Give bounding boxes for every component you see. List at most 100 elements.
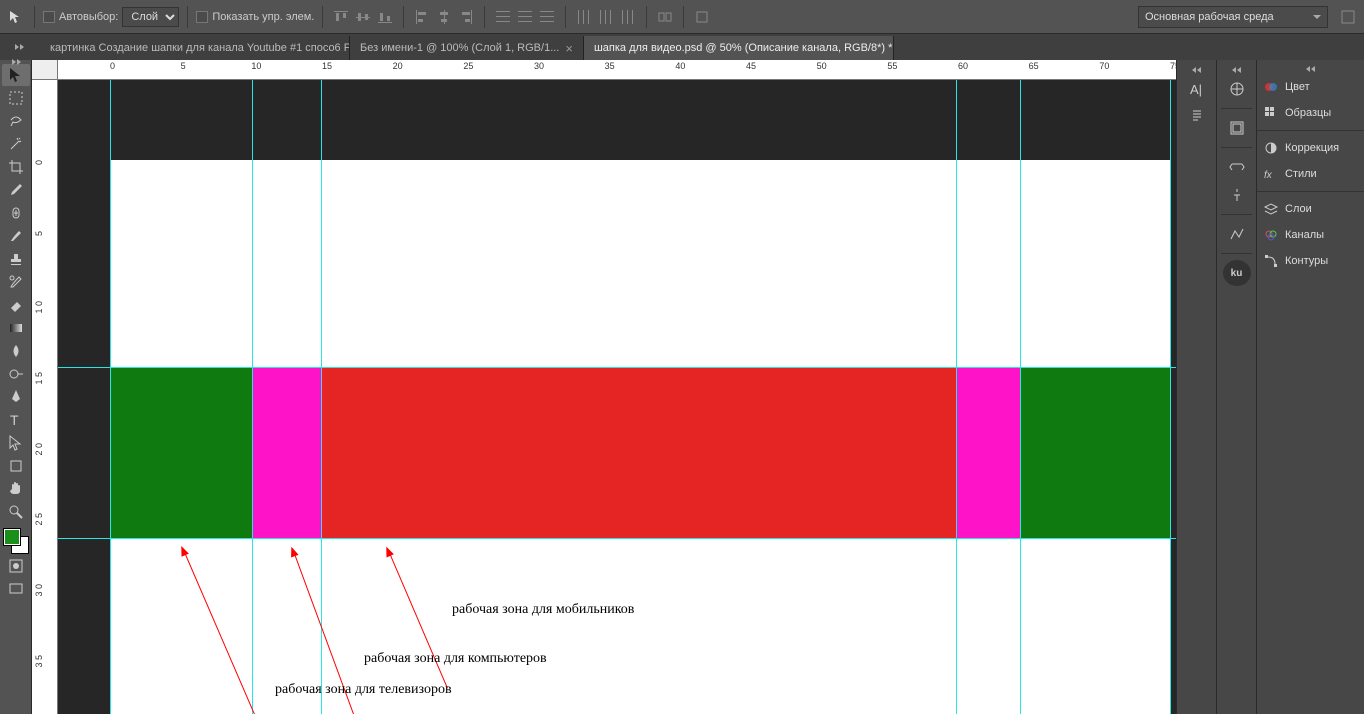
gradient-tool[interactable] — [2, 317, 30, 339]
align-top-icon[interactable] — [331, 7, 351, 27]
guide-vertical[interactable] — [321, 80, 322, 714]
shape-tool[interactable] — [2, 455, 30, 477]
zone-pc-right — [956, 367, 1020, 538]
canvas[interactable] — [110, 160, 1170, 714]
zone-mobile — [321, 367, 956, 538]
align-vcenter-icon[interactable] — [353, 7, 373, 27]
ruler-v-tick: 3 0 — [34, 584, 44, 597]
search-icon[interactable] — [1338, 7, 1358, 27]
hand-tool[interactable] — [2, 478, 30, 500]
panels-expand[interactable] — [1257, 64, 1364, 74]
lasso-tool[interactable] — [2, 110, 30, 132]
document-tabs: картинка Создание шапки для канала Youtu… — [0, 34, 1364, 60]
ruler-h-tick: 5 — [181, 61, 186, 71]
brush-tool[interactable] — [2, 225, 30, 247]
right-panels: Цвет Образцы Коррекция fxСтили Слои Кана… — [1256, 60, 1364, 714]
toolbox-expand-icon[interactable] — [0, 58, 32, 66]
align-hcenter-icon[interactable] — [434, 7, 454, 27]
align-right-icon[interactable] — [456, 7, 476, 27]
dist-vcenter-icon[interactable] — [515, 7, 535, 27]
path-select-tool[interactable] — [2, 432, 30, 454]
guide-horizontal[interactable] — [58, 367, 1176, 368]
ruler-h-tick: 20 — [393, 61, 403, 71]
auto-align-icon[interactable] — [655, 7, 675, 27]
rcol-b-expand[interactable] — [1217, 66, 1256, 74]
wand-tool[interactable] — [2, 133, 30, 155]
ruler-v-tick: 0 — [34, 160, 44, 165]
align-group-2 — [412, 7, 476, 27]
dist-hcenter-icon[interactable] — [596, 7, 616, 27]
panel-channels[interactable]: Каналы — [1257, 222, 1364, 248]
document-tab-2[interactable]: шапка для видео.psd @ 50% (Описание кана… — [584, 36, 894, 60]
history-panel-icon[interactable] — [1223, 115, 1251, 141]
info-panel-icon[interactable] — [1223, 182, 1251, 208]
dist-top-icon[interactable] — [493, 7, 513, 27]
ruler-h-tick: 10 — [251, 61, 261, 71]
3d-mode-icon[interactable] — [692, 7, 712, 27]
zoom-tool[interactable] — [2, 501, 30, 523]
auto-select-mode-select[interactable]: Слой — [122, 7, 179, 27]
auto-select-checkbox[interactable] — [43, 11, 55, 23]
ruler-corner — [32, 60, 58, 80]
svg-text:T: T — [10, 412, 19, 428]
kuler-panel-icon[interactable]: ku — [1223, 260, 1251, 286]
eraser-tool[interactable] — [2, 294, 30, 316]
dodge-tool[interactable] — [2, 363, 30, 385]
guide-vertical[interactable] — [252, 80, 253, 714]
color-swatch[interactable] — [4, 529, 28, 553]
workspace-dropdown[interactable]: Основная рабочая среда — [1138, 6, 1328, 28]
stamp-tool[interactable] — [2, 248, 30, 270]
ruler-h-tick: 30 — [534, 61, 544, 71]
eyedropper-tool[interactable] — [2, 179, 30, 201]
history-brush-tool[interactable] — [2, 271, 30, 293]
align-bottom-icon[interactable] — [375, 7, 395, 27]
rcol-a-expand[interactable] — [1177, 66, 1216, 74]
guide-vertical[interactable] — [110, 80, 111, 714]
document-tab-1[interactable]: Без имени-1 @ 100% (Слой 1, RGB/1...× — [350, 36, 584, 60]
close-icon[interactable]: × — [565, 42, 573, 55]
panel-adjustments[interactable]: Коррекция — [1257, 135, 1364, 161]
document-tabs-wrap: картинка Создание шапки для канала Youtu… — [0, 34, 1364, 60]
tabs-expand-icon[interactable] — [0, 34, 38, 60]
type-tool[interactable]: T — [2, 409, 30, 431]
move-tool[interactable] — [2, 64, 30, 86]
paragraph-panel-icon[interactable] — [1183, 104, 1211, 130]
guide-vertical[interactable] — [1170, 80, 1171, 714]
move-tool-icon — [6, 7, 26, 27]
pen-tool[interactable] — [2, 386, 30, 408]
quickmask-tool[interactable] — [2, 555, 30, 577]
dist-bottom-icon[interactable] — [537, 7, 557, 27]
document-tab-0[interactable]: картинка Создание шапки для канала Youtu… — [40, 36, 350, 60]
guide-vertical[interactable] — [956, 80, 957, 714]
panel-color[interactable]: Цвет — [1257, 74, 1364, 100]
align-left-icon[interactable] — [412, 7, 432, 27]
heal-tool[interactable] — [2, 202, 30, 224]
properties-panel-icon[interactable] — [1223, 154, 1251, 180]
dist-left-icon[interactable] — [574, 7, 594, 27]
actions-panel-icon[interactable] — [1223, 221, 1251, 247]
tab-label: шапка для видео.psd @ 50% (Описание кана… — [594, 42, 892, 54]
panel-layers[interactable]: Слои — [1257, 196, 1364, 222]
ruler-h-tick: 35 — [605, 61, 615, 71]
character-panel-icon[interactable]: A| — [1183, 76, 1211, 102]
guide-vertical[interactable] — [1020, 80, 1021, 714]
ruler-v-tick: 2 0 — [34, 443, 44, 456]
screenmode-tool[interactable] — [2, 578, 30, 600]
crop-tool[interactable] — [2, 156, 30, 178]
guide-horizontal[interactable] — [58, 538, 1176, 539]
annotation-label-pc: рабочая зона для компьютеров — [364, 651, 547, 667]
annotation-label-tv: рабочая зона для телевизоров — [275, 682, 452, 698]
dist-right-icon[interactable] — [618, 7, 638, 27]
marquee-tool[interactable] — [2, 87, 30, 109]
ruler-horizontal[interactable]: 051015202530354045505560657075 — [58, 60, 1176, 80]
panel-swatches[interactable]: Образцы — [1257, 100, 1364, 126]
panel-paths[interactable]: Контуры — [1257, 248, 1364, 274]
document-stage[interactable]: 051015202530354045505560657075 051 01 52… — [32, 60, 1176, 714]
show-transform-checkbox[interactable] — [196, 11, 208, 23]
blur-tool[interactable] — [2, 340, 30, 362]
navigator-panel-icon[interactable] — [1223, 76, 1251, 102]
ruler-h-tick: 75 — [1170, 61, 1176, 71]
panel-styles[interactable]: fxСтили — [1257, 161, 1364, 187]
svg-text:A|: A| — [1190, 82, 1202, 97]
ruler-vertical[interactable]: 051 01 52 02 53 03 5 — [32, 80, 58, 714]
